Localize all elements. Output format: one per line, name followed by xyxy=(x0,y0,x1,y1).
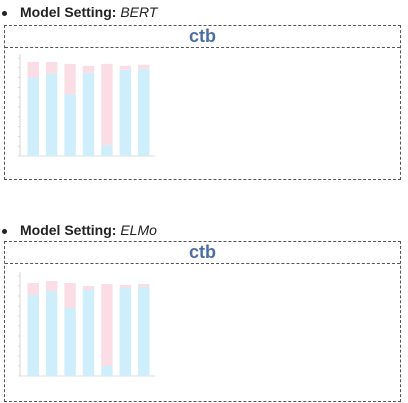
bar-segment-1 xyxy=(119,285,132,288)
bullet-marker xyxy=(2,229,7,234)
bar-segment-1 xyxy=(64,283,76,308)
bar-segment-1 xyxy=(45,61,58,74)
model-setting-label: Model Setting: xyxy=(20,222,117,238)
bar-segment-1 xyxy=(64,63,76,95)
bar-segment-0 xyxy=(45,73,58,156)
panel-title: ctb xyxy=(5,242,400,264)
bar-segment-0 xyxy=(45,291,58,376)
bar-segment-1 xyxy=(138,64,150,69)
model-name: BERT xyxy=(120,4,158,20)
stacked-bar-chart xyxy=(18,54,155,157)
bar-segment-1 xyxy=(27,61,39,78)
bar-segment-0 xyxy=(101,145,113,156)
bar-segment-0 xyxy=(82,290,95,376)
panel-title: ctb xyxy=(5,26,400,48)
bar-segment-0 xyxy=(82,72,95,156)
bar-segment-1 xyxy=(119,65,132,70)
panel-body xyxy=(5,264,400,401)
bullet-marker xyxy=(2,11,7,16)
model-setting-heading: Model Setting: ELMo xyxy=(20,222,157,238)
bar-segment-0 xyxy=(138,287,150,376)
panel-body xyxy=(5,48,400,179)
bar-segment-0 xyxy=(64,94,76,156)
bar-segment-1 xyxy=(82,286,95,290)
chart-panel: ctb xyxy=(4,241,401,402)
bar-segment-1 xyxy=(45,281,58,291)
model-setting-label: Model Setting: xyxy=(20,4,117,20)
chart-panel: ctb xyxy=(4,25,401,180)
model-setting-heading: Model Setting: BERT xyxy=(20,4,157,20)
bar-segment-0 xyxy=(27,77,39,156)
bar-segment-1 xyxy=(138,284,150,287)
model-name: ELMo xyxy=(120,222,157,238)
bar-segment-0 xyxy=(101,366,113,376)
bar-segment-1 xyxy=(101,284,113,366)
bar-segment-0 xyxy=(64,308,76,376)
bar-segment-1 xyxy=(27,283,39,295)
bar-segment-1 xyxy=(82,65,95,73)
stacked-bar-chart xyxy=(18,272,155,377)
bar-segment-0 xyxy=(119,288,132,376)
bar-segment-0 xyxy=(138,68,150,156)
bar-segment-0 xyxy=(119,69,132,156)
bar-segment-0 xyxy=(27,295,39,376)
bar-segment-1 xyxy=(101,63,113,146)
